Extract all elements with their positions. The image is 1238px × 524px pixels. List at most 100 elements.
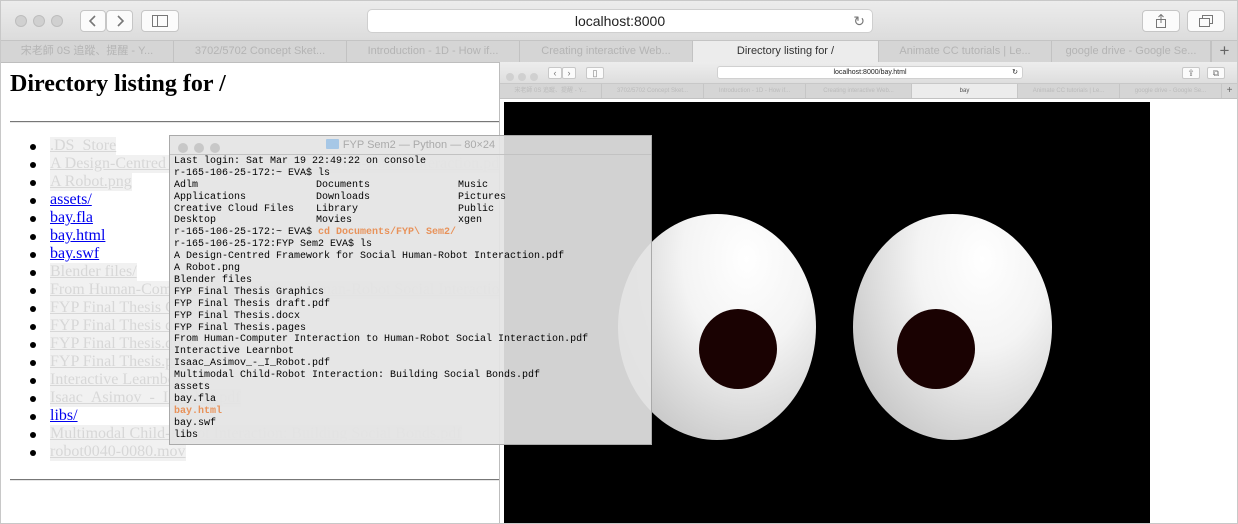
folder-icon bbox=[325, 139, 339, 149]
browser-window: localhost:8000 ↻ 宋老師 0S 追蹤、提醒 - Y... 370… bbox=[0, 0, 1238, 524]
terminal-line: bay.swf bbox=[174, 417, 217, 429]
tab[interactable]: 宋老師 0S 追蹤、提醒 - Y... bbox=[1, 41, 174, 62]
terminal-line: A Design-Centred Framework for Social Hu… bbox=[174, 251, 565, 263]
minimize-window-button[interactable] bbox=[518, 73, 526, 81]
terminal-line: r-165-106-25-172:~ EVA$ cd Documents/FYP… bbox=[174, 227, 588, 239]
terminal-file-list: A Design-Centred Framework for Social Hu… bbox=[174, 251, 588, 441]
terminal-output: Last login: Sat Mar 19 22:49:22 on conso… bbox=[174, 156, 588, 441]
forward-chevron-icon bbox=[116, 15, 124, 27]
terminal-line: assets bbox=[174, 381, 211, 393]
tab[interactable]: 3702/5702 Concept Sket... bbox=[174, 41, 347, 62]
terminal-line: FYP Final Thesis.pages bbox=[174, 322, 307, 334]
file-link[interactable]: Blender files/ bbox=[50, 263, 137, 281]
tabs-overview-icon[interactable]: ⧉ bbox=[1207, 67, 1225, 79]
terminal-titlebar: FYP Sem2 — Python — 80×24 bbox=[170, 136, 651, 155]
back-chevron-icon[interactable]: ‹ bbox=[548, 67, 562, 79]
tab[interactable]: google drive - Google Se... bbox=[1052, 41, 1211, 62]
terminal-window[interactable]: FYP Sem2 — Python — 80×24 Last login: Sa… bbox=[169, 135, 652, 445]
file-link[interactable]: libs/ bbox=[50, 407, 78, 425]
left-pupil bbox=[699, 309, 777, 389]
back-button[interactable] bbox=[80, 10, 106, 32]
tab[interactable]: Introduction - 1D - How if... bbox=[347, 41, 520, 62]
ls-column: Music Pictures Public xgen bbox=[458, 180, 506, 228]
terminal-line: A Robot.png bbox=[174, 263, 241, 275]
zoom-window-button[interactable] bbox=[51, 15, 63, 27]
file-link[interactable]: A Robot.png bbox=[50, 173, 132, 191]
terminal-line: xgen bbox=[458, 215, 483, 227]
terminal-line: Library bbox=[316, 203, 359, 215]
terminal-line: bay.fla bbox=[174, 393, 217, 405]
zoom-window-button[interactable] bbox=[530, 73, 538, 81]
sidebar-button[interactable] bbox=[141, 10, 179, 32]
tab[interactable]: Animate CC tutorials | Le... bbox=[879, 41, 1052, 62]
tab[interactable]: Animate CC tutorials | Le... bbox=[1018, 84, 1120, 98]
file-link[interactable]: robot0040-0080.mov bbox=[50, 443, 186, 461]
new-tab-icon[interactable]: + bbox=[1222, 84, 1237, 98]
file-link[interactable]: assets/ bbox=[50, 191, 92, 209]
terminal-line: Public bbox=[458, 203, 495, 215]
cd-command: cd Documents/FYP\ Sem2/ bbox=[318, 227, 457, 239]
terminal-line: Music bbox=[458, 179, 489, 191]
tabs-overview-button[interactable] bbox=[1187, 10, 1225, 32]
divider bbox=[10, 479, 499, 481]
second-toolbar: ‹ › ▯ localhost:8000/bay.html ↻ ⇪ ⧉ bbox=[500, 62, 1237, 84]
reload-icon[interactable]: ↻ bbox=[853, 10, 865, 32]
address-text: localhost:8000 bbox=[574, 13, 666, 29]
new-tab-icon[interactable]: + bbox=[1211, 41, 1237, 62]
back-chevron-icon bbox=[88, 15, 96, 27]
share-button[interactable] bbox=[1142, 10, 1180, 32]
divider bbox=[10, 121, 499, 123]
terminal-line: Documents bbox=[316, 179, 371, 191]
tab[interactable]: google drive - Google Se... bbox=[1120, 84, 1222, 98]
terminal-line: FYP Final Thesis Graphics bbox=[174, 286, 325, 298]
tab-active[interactable]: Directory listing for / bbox=[693, 41, 879, 62]
address-text: localhost:8000/bay.html bbox=[833, 69, 907, 76]
share-icon bbox=[1156, 13, 1166, 28]
file-link[interactable]: bay.fla bbox=[50, 209, 93, 227]
reload-icon[interactable]: ↻ bbox=[1012, 67, 1018, 78]
terminal-line: Downloads bbox=[316, 191, 371, 203]
terminal-title: FYP Sem2 — Python — 80×24 bbox=[170, 136, 651, 154]
terminal-line: Isaac_Asimov_-_I_Robot.pdf bbox=[174, 358, 331, 370]
terminal-line: Multimodal Child-Robot Interaction: Buil… bbox=[174, 370, 541, 382]
tab-bar: 宋老師 0S 追蹤、提醒 - Y... 3702/5702 Concept Sk… bbox=[1, 41, 1237, 63]
file-link[interactable]: .DS_Store bbox=[50, 137, 117, 155]
right-pupil bbox=[897, 309, 975, 389]
second-tab-bar: 宋老師 0S 追蹤、提醒 - Y... 3702/5702 Concept Sk… bbox=[500, 84, 1237, 99]
ls-column: Documents Downloads Library Movies bbox=[316, 180, 370, 228]
terminal-line: r-165-106-25-172:FYP Sem2 EVA$ ls bbox=[174, 239, 373, 251]
terminal-line: Last login: Sat Mar 19 22:49:22 on conso… bbox=[174, 156, 427, 167]
tab[interactable]: 3702/5702 Concept Sket... bbox=[602, 84, 704, 98]
close-window-button[interactable] bbox=[506, 73, 514, 81]
share-icon[interactable]: ⇪ bbox=[1182, 67, 1200, 79]
window-controls bbox=[15, 14, 69, 32]
tab[interactable]: Creating interactive Web... bbox=[806, 84, 912, 98]
tab-active[interactable]: bay bbox=[912, 84, 1018, 98]
address-bar[interactable]: localhost:8000/bay.html ↻ bbox=[717, 66, 1023, 79]
terminal-line: libs bbox=[174, 429, 199, 441]
tab[interactable]: 宋老師 0S 追蹤、提醒 - Y... bbox=[500, 84, 602, 98]
minimize-window-button[interactable] bbox=[33, 15, 45, 27]
terminal-line: Desktop bbox=[174, 215, 217, 227]
file-link[interactable]: bay.swf bbox=[50, 245, 99, 263]
forward-chevron-icon[interactable]: › bbox=[562, 67, 576, 79]
ls-column: Adlm Applications Creative Cloud Files D… bbox=[174, 180, 294, 228]
tab[interactable]: Creating interactive Web... bbox=[520, 41, 693, 62]
terminal-line: Creative Cloud Files bbox=[174, 203, 295, 215]
ls-output: Adlm Applications Creative Cloud Files D… bbox=[174, 180, 588, 228]
file-link[interactable]: bay.html bbox=[50, 227, 105, 245]
terminal-prompt: r-165-106-25-172:~ EVA$ bbox=[174, 227, 319, 239]
sidebar-icon bbox=[152, 15, 168, 27]
terminal-line: r-165-106-25-172:~ EVA$ ls bbox=[174, 167, 331, 179]
close-window-button[interactable] bbox=[15, 15, 27, 27]
forward-button[interactable] bbox=[106, 10, 133, 32]
terminal-line: Interactive Learnbot bbox=[174, 346, 295, 358]
terminal-line: Applications bbox=[174, 191, 247, 203]
tab[interactable]: Introduction - 1D - How if... bbox=[704, 84, 806, 98]
address-bar[interactable]: localhost:8000 ↻ bbox=[367, 9, 873, 33]
terminal-line: bay.html bbox=[174, 405, 223, 417]
browser-toolbar: localhost:8000 ↻ bbox=[1, 1, 1237, 41]
sidebar-icon[interactable]: ▯ bbox=[586, 67, 604, 79]
file-link[interactable]: Interactive Learnbot/ bbox=[50, 371, 185, 389]
terminal-line: Blender files bbox=[174, 274, 253, 286]
